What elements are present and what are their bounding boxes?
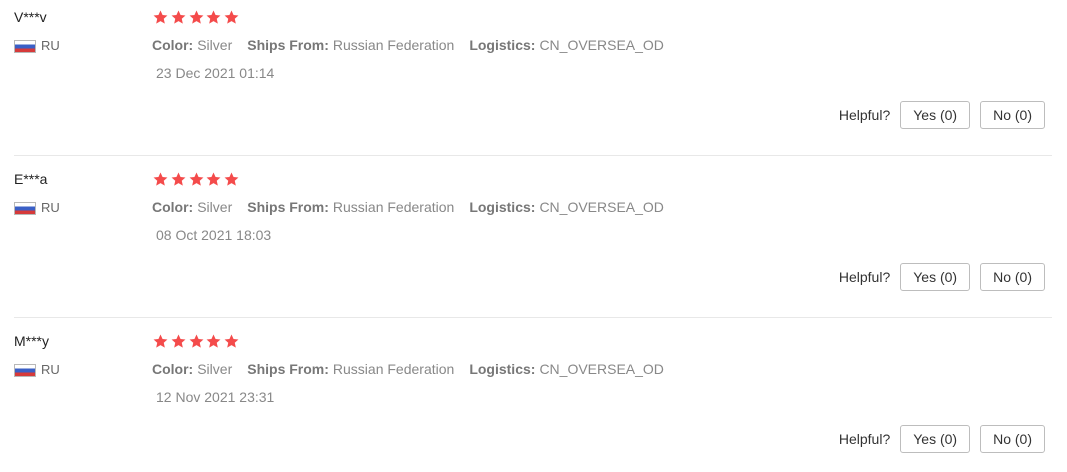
star-icon bbox=[188, 9, 205, 26]
review-item: M***y RU Color: Silver Ships From: Russi… bbox=[0, 324, 1052, 472]
reviewer-country: RU bbox=[14, 362, 60, 378]
star-rating bbox=[152, 333, 241, 351]
helpful-yes-button[interactable]: Yes (0) bbox=[900, 101, 971, 129]
reviewer-name: V***v bbox=[14, 9, 47, 25]
country-code: RU bbox=[41, 362, 60, 377]
star-icon bbox=[152, 9, 169, 26]
reviewer-name: M***y bbox=[14, 333, 50, 349]
review-date: 23 Dec 2021 01:14 bbox=[156, 65, 275, 81]
star-icon bbox=[170, 333, 187, 350]
helpful-no-button[interactable]: No (0) bbox=[980, 425, 1045, 453]
order-info: Color: Silver Ships From: Russian Federa… bbox=[152, 198, 664, 216]
review-item: E***a RU Color: Silver Ships From: Russi… bbox=[0, 162, 1052, 324]
helpful-yes-button[interactable]: Yes (0) bbox=[900, 263, 971, 291]
helpful-no-button[interactable]: No (0) bbox=[980, 263, 1045, 291]
review-divider bbox=[14, 317, 1052, 318]
review-divider bbox=[14, 155, 1052, 156]
star-icon bbox=[170, 9, 187, 26]
color-value: Silver bbox=[197, 199, 233, 215]
reviewer-country: RU bbox=[14, 200, 60, 216]
logistics-value: CN_OVERSEA_OD bbox=[539, 37, 664, 53]
color-label: Color: bbox=[152, 361, 194, 377]
helpful-label: Helpful? bbox=[838, 431, 891, 447]
ships-from-value: Russian Federation bbox=[332, 199, 455, 215]
star-icon bbox=[205, 171, 222, 188]
color-value: Silver bbox=[197, 37, 233, 53]
star-rating bbox=[152, 9, 241, 27]
reviewer-country: RU bbox=[14, 38, 60, 54]
star-icon bbox=[205, 9, 222, 26]
russia-flag-icon bbox=[14, 39, 36, 53]
logistics-label: Logistics: bbox=[469, 37, 536, 53]
review-date: 12 Nov 2021 23:31 bbox=[156, 389, 275, 405]
helpful-section: Helpful? Yes (0) No (0) bbox=[839, 100, 1045, 130]
ships-from-label: Ships From: bbox=[247, 37, 329, 53]
helpful-yes-button[interactable]: Yes (0) bbox=[900, 425, 971, 453]
order-info: Color: Silver Ships From: Russian Federa… bbox=[152, 360, 664, 378]
star-icon bbox=[152, 171, 169, 188]
logistics-label: Logistics: bbox=[469, 199, 536, 215]
ships-from-value: Russian Federation bbox=[332, 37, 455, 53]
color-label: Color: bbox=[152, 37, 194, 53]
star-icon bbox=[188, 171, 205, 188]
review-list: V***v RU Color: Silver Ships From: Russi… bbox=[0, 0, 1067, 472]
review-date: 08 Oct 2021 18:03 bbox=[156, 227, 272, 243]
helpful-label: Helpful? bbox=[838, 107, 891, 123]
star-icon bbox=[223, 171, 240, 188]
review-item: V***v RU Color: Silver Ships From: Russi… bbox=[0, 0, 1052, 162]
helpful-no-button[interactable]: No (0) bbox=[980, 101, 1045, 129]
star-icon bbox=[205, 333, 222, 350]
helpful-section: Helpful? Yes (0) No (0) bbox=[839, 262, 1045, 292]
country-code: RU bbox=[41, 200, 60, 215]
star-rating bbox=[152, 171, 241, 189]
logistics-value: CN_OVERSEA_OD bbox=[539, 199, 664, 215]
star-icon bbox=[223, 9, 240, 26]
helpful-label: Helpful? bbox=[838, 269, 891, 285]
star-icon bbox=[188, 333, 205, 350]
ships-from-label: Ships From: bbox=[247, 361, 329, 377]
russia-flag-icon bbox=[14, 363, 36, 377]
star-icon bbox=[170, 171, 187, 188]
star-icon bbox=[223, 333, 240, 350]
color-value: Silver bbox=[197, 361, 233, 377]
logistics-value: CN_OVERSEA_OD bbox=[539, 361, 664, 377]
star-icon bbox=[152, 333, 169, 350]
ships-from-value: Russian Federation bbox=[332, 361, 455, 377]
color-label: Color: bbox=[152, 199, 194, 215]
logistics-label: Logistics: bbox=[469, 361, 536, 377]
ships-from-label: Ships From: bbox=[247, 199, 329, 215]
reviewer-name: E***a bbox=[14, 171, 48, 187]
order-info: Color: Silver Ships From: Russian Federa… bbox=[152, 36, 664, 54]
russia-flag-icon bbox=[14, 201, 36, 215]
country-code: RU bbox=[41, 38, 60, 53]
helpful-section: Helpful? Yes (0) No (0) bbox=[839, 424, 1045, 454]
